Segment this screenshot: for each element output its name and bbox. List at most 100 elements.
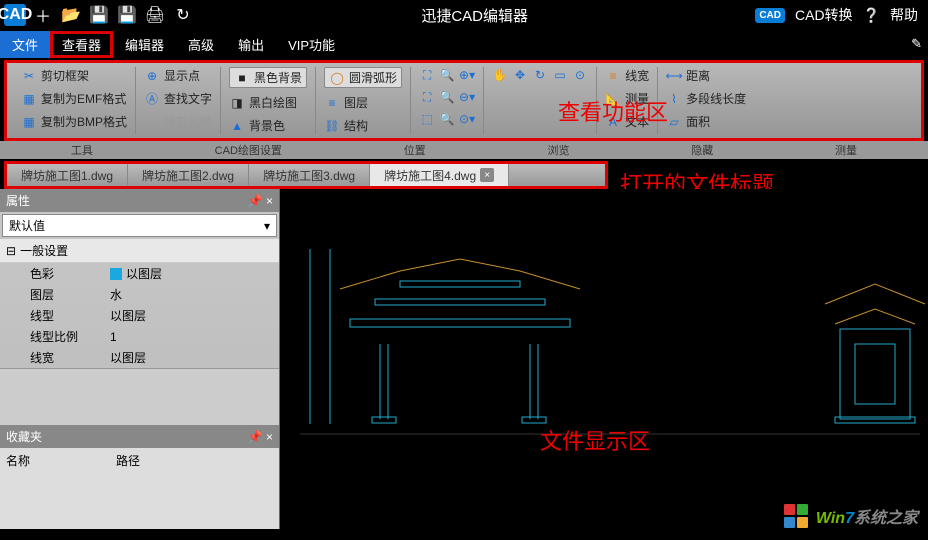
file-tabs: 牌坊施工图1.dwg 牌坊施工图2.dwg 牌坊施工图3.dwg 牌坊施工图4.… bbox=[7, 164, 605, 186]
menu-viewer[interactable]: 查看器 bbox=[50, 31, 113, 58]
close-icon[interactable]: × bbox=[480, 168, 494, 182]
pin-icon[interactable]: 📌 × bbox=[248, 194, 273, 208]
distance-button[interactable]: ⟷距离 bbox=[666, 67, 746, 84]
file-tab[interactable]: 牌坊施工图1.dwg bbox=[7, 164, 128, 186]
help-icon[interactable]: ❔ bbox=[863, 7, 880, 24]
saveas-icon[interactable]: 💾 bbox=[116, 4, 138, 26]
ribbon: ✂剪切框架 ▦复制为EMF格式 ▦复制为BMP格式 ⊕显示点 Ⓐ查找文字 ▭修剪… bbox=[7, 63, 921, 138]
show-point-button[interactable]: ⊕显示点 bbox=[144, 67, 212, 84]
print-icon[interactable]: 🖨 bbox=[144, 4, 166, 26]
prop-row[interactable]: 线型比例1 bbox=[0, 326, 279, 347]
zoomall-icon: 🔍 bbox=[439, 89, 455, 105]
cad-convert-badge: CAD bbox=[755, 8, 785, 23]
zoom-group-3[interactable]: ⬚🔍⊙▾ bbox=[419, 111, 475, 127]
menu-output[interactable]: 输出 bbox=[226, 31, 276, 58]
drawing-canvas[interactable]: 文件显示区 bbox=[280, 189, 928, 529]
bw-icon: ◨ bbox=[229, 95, 245, 111]
general-settings-group[interactable]: ⊟一般设置 bbox=[0, 239, 279, 263]
structure-button[interactable]: ⛓结构 bbox=[324, 117, 402, 134]
zoom-group-2[interactable]: ⛶🔍⊖▾ bbox=[419, 89, 475, 105]
point-icon: ⊕ bbox=[144, 68, 160, 84]
distance-icon: ⟷ bbox=[666, 68, 682, 84]
prop-row[interactable]: 图层水 bbox=[0, 284, 279, 305]
bw-draw-button[interactable]: ◨黑白绘图 bbox=[229, 94, 307, 111]
text-icon: A bbox=[605, 114, 621, 130]
ribbon-label-hide: 隐藏 bbox=[691, 142, 713, 158]
structure-icon: ⛓ bbox=[324, 118, 340, 134]
arc-icon: ◯ bbox=[329, 70, 345, 86]
pin-icon[interactable]: 📌 × bbox=[248, 430, 273, 444]
pan2-icon: 🔍 bbox=[439, 111, 455, 127]
redo-icon[interactable]: ↻ bbox=[172, 4, 194, 26]
menu-file[interactable]: 文件 bbox=[0, 31, 50, 58]
ribbon-label-cad: CAD绘图设置 bbox=[215, 142, 282, 158]
linewidth-button[interactable]: ≡线宽 bbox=[605, 67, 649, 84]
hand-icon: ✋ bbox=[492, 67, 508, 83]
app-title: 迅捷CAD编辑器 bbox=[194, 5, 755, 26]
app-icon: CAD bbox=[4, 4, 26, 26]
linewidth-icon: ≡ bbox=[605, 68, 621, 84]
3d-icon: ⬚ bbox=[419, 111, 435, 127]
find-icon: Ⓐ bbox=[144, 91, 160, 107]
cad-drawing bbox=[280, 189, 928, 529]
polyline-len-button[interactable]: ⌇多段线长度 bbox=[666, 90, 746, 107]
menu-advanced[interactable]: 高级 bbox=[176, 31, 226, 58]
prop-row[interactable]: 线型以图层 bbox=[0, 305, 279, 326]
extent-icon: ⛶ bbox=[419, 89, 435, 105]
blackbg-icon: ■ bbox=[234, 70, 250, 86]
favorites-header: 收藏夹 📌 × bbox=[0, 425, 279, 448]
copy-emf-button[interactable]: ▦复制为EMF格式 bbox=[21, 90, 127, 107]
area-icon: ▱ bbox=[666, 114, 682, 130]
polyline-icon: ⌇ bbox=[666, 91, 682, 107]
tabs-highlight: 牌坊施工图1.dwg 牌坊施工图2.dwg 牌坊施工图3.dwg 牌坊施工图4.… bbox=[4, 161, 608, 189]
layers-button[interactable]: ≡图层 bbox=[324, 94, 402, 111]
zoom-group-1[interactable]: ⛶🔍⊕▾ bbox=[419, 67, 475, 83]
target-icon: ⊙ bbox=[572, 67, 588, 83]
chevron-down-icon: ▾ bbox=[264, 219, 270, 233]
corner-edit-icon[interactable]: ✎ bbox=[911, 36, 928, 52]
bg-color-button[interactable]: ▲背景色 bbox=[229, 117, 307, 134]
prop-row[interactable]: 线宽以图层 bbox=[0, 347, 279, 368]
menu-vip[interactable]: VIP功能 bbox=[276, 31, 347, 58]
measure-button[interactable]: 📐测量 bbox=[605, 90, 649, 107]
default-value-dropdown[interactable]: 默认值▾ bbox=[2, 214, 277, 237]
new-icon[interactable]: ＋ bbox=[32, 4, 54, 26]
save-icon[interactable]: 💾 bbox=[88, 4, 110, 26]
ribbon-label-browse: 浏览 bbox=[547, 142, 569, 158]
zoomwin-icon: 🔍 bbox=[439, 67, 455, 83]
properties-header: 属性 📌 × bbox=[0, 189, 279, 212]
ribbon-label-tools: 工具 bbox=[71, 142, 93, 158]
menu-editor[interactable]: 编辑器 bbox=[113, 31, 176, 58]
black-bg-button[interactable]: ■黑色背景 bbox=[229, 67, 307, 88]
crop-frame-button[interactable]: ✂剪切框架 bbox=[21, 67, 127, 84]
zoomout-icon: ⊖▾ bbox=[459, 89, 475, 105]
ribbon-label-measure: 测量 bbox=[835, 142, 857, 158]
file-tab[interactable]: 牌坊施工图3.dwg bbox=[249, 164, 370, 186]
layers-icon: ≡ bbox=[324, 95, 340, 111]
file-tab-active[interactable]: 牌坊施工图4.dwg× bbox=[370, 164, 509, 186]
collapse-icon: ⊟ bbox=[6, 244, 16, 258]
crop-icon: ✂ bbox=[21, 68, 37, 84]
smooth-arc-button[interactable]: ◯圆滑弧形 bbox=[324, 67, 402, 88]
open-icon[interactable]: 📂 bbox=[60, 4, 82, 26]
menu-bar: 文件 查看器 编辑器 高级 输出 VIP功能 ✎ bbox=[0, 30, 928, 58]
cad-convert-link[interactable]: CAD转换 bbox=[795, 5, 853, 25]
copy-bmp-button[interactable]: ▦复制为BMP格式 bbox=[21, 113, 127, 130]
help-link[interactable]: 帮助 bbox=[890, 5, 918, 25]
watermark: Win7系统之家 bbox=[782, 502, 918, 530]
windows-logo-icon bbox=[782, 502, 810, 530]
find-text-button[interactable]: Ⓐ查找文字 bbox=[144, 90, 212, 107]
prop-row[interactable]: 色彩以图层 bbox=[0, 263, 279, 284]
favorites-columns: 名称 路径 bbox=[0, 448, 279, 473]
trim-icon: ▭ bbox=[144, 114, 160, 130]
main-area: 属性 📌 × 默认值▾ ⊟一般设置 色彩以图层 图层水 线型以图层 线型比例1 … bbox=[0, 189, 928, 529]
title-bar: CAD ＋ 📂 💾 💾 🖨 ↻ 迅捷CAD编辑器 CAD CAD转换 ❔ 帮助 bbox=[0, 0, 928, 30]
bmp-icon: ▦ bbox=[21, 114, 37, 130]
file-tab[interactable]: 牌坊施工图2.dwg bbox=[128, 164, 249, 186]
pan-group[interactable]: ✋✥↻▭⊙ bbox=[492, 67, 588, 83]
col-path: 路径 bbox=[116, 452, 140, 469]
ruler-icon: 📐 bbox=[605, 91, 621, 107]
text-button[interactable]: A文本 bbox=[605, 113, 649, 130]
trim-raster-button[interactable]: ▭修剪光栅 bbox=[144, 113, 212, 130]
area-button[interactable]: ▱面积 bbox=[666, 113, 746, 130]
